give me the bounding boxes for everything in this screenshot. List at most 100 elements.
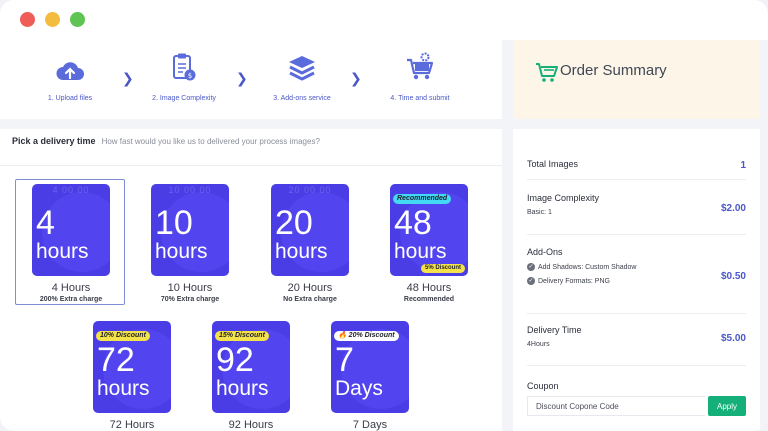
tile-unit: hours bbox=[36, 240, 89, 263]
delivery-question: How fast would you like us to delivered … bbox=[101, 137, 320, 146]
step-label: 3. Add-ons service bbox=[273, 95, 331, 102]
discount-badge: 🔥 20% Discount bbox=[334, 331, 399, 341]
discount-badge: 5% Discount bbox=[420, 264, 465, 273]
delivery-tile: 10 00 00 10 hours bbox=[151, 184, 229, 276]
option-title: 20 Hours bbox=[287, 282, 333, 294]
option-subtitle: 70% Extra charge bbox=[160, 296, 220, 303]
order-summary-panel: Total Images 1 Image Complexity Basic: 1… bbox=[513, 129, 760, 431]
option-subtitle: No Extra charge bbox=[283, 296, 337, 303]
option-subtitle: 200% Extra charge bbox=[39, 296, 103, 303]
tile-number: 72 bbox=[97, 341, 135, 379]
cart-gear-icon bbox=[407, 52, 434, 80]
ghost-text: 4 00 00 bbox=[52, 185, 90, 195]
delivery-option-72-hours[interactable]: 10% Discount 72 hours 72 Hours bbox=[76, 316, 186, 431]
delivery-time-value: $5.00 bbox=[720, 333, 746, 344]
total-images-label: Total Images bbox=[527, 159, 579, 169]
image-complexity-value: $2.00 bbox=[720, 203, 746, 214]
discount-badge: 10% Discount bbox=[96, 331, 150, 341]
svg-text:$: $ bbox=[188, 72, 192, 80]
check-circle-icon: ✓ bbox=[527, 277, 535, 285]
progress-steps: 1. Upload files ❯ $ 2. Image Complexity … bbox=[0, 40, 502, 119]
addon-delivery-formats: ✓ Delivery Formats: PNG bbox=[527, 277, 746, 285]
tile-number: 48 bbox=[394, 204, 432, 242]
order-summary-title: Order Summary bbox=[560, 62, 667, 79]
delivery-time-row: Delivery Time 4Hours $5.00 bbox=[527, 325, 746, 348]
option-title: 48 Hours bbox=[406, 282, 452, 294]
minimize-window-button[interactable] bbox=[45, 12, 60, 27]
addon-shadows: ✓ Add Shadows: Custom Shadow bbox=[527, 263, 746, 271]
option-subtitle: Recommended bbox=[403, 296, 455, 303]
delivery-option-48-hours[interactable]: Recommended 48 hours 5% Discount 48 Hour… bbox=[373, 179, 483, 305]
delivery-option-7-days[interactable]: 🔥 20% Discount 7 Days 7 Days bbox=[314, 316, 424, 431]
delivery-time-detail: 4Hours bbox=[527, 341, 550, 348]
step-label: 4. Time and submit bbox=[390, 95, 450, 102]
close-window-button[interactable] bbox=[20, 12, 35, 27]
tile-number: 92 bbox=[216, 341, 254, 379]
delivery-time-label: Delivery Time bbox=[527, 325, 582, 335]
total-images-value: 1 bbox=[740, 160, 746, 171]
option-title: 72 Hours bbox=[109, 419, 155, 431]
step-image-complexity[interactable]: $ 2. Image Complexity bbox=[124, 50, 244, 102]
tile-unit: hours bbox=[97, 377, 150, 400]
delivery-title: Pick a delivery time bbox=[12, 136, 96, 146]
total-images-row: Total Images 1 bbox=[527, 159, 746, 171]
option-title: 4 Hours bbox=[51, 282, 91, 294]
image-complexity-row: Image Complexity Basic: 1 $2.00 bbox=[527, 193, 746, 216]
step-label: 1. Upload files bbox=[47, 95, 93, 102]
discount-badge: 15% Discount bbox=[215, 331, 269, 341]
delivery-tile: 4 00 00 4 hours bbox=[32, 184, 110, 276]
delivery-option-4-hours[interactable]: 4 00 00 4 hours 4 Hours 200% Extra charg… bbox=[15, 179, 125, 305]
divider bbox=[527, 313, 746, 314]
delivery-tile: 🔥 20% Discount 7 Days bbox=[331, 321, 409, 413]
add-ons-label: Add-Ons bbox=[527, 247, 563, 257]
ghost-text: 10 00 00 bbox=[168, 185, 212, 195]
addon-shadows-text: Add Shadows: Custom Shadow bbox=[538, 263, 637, 271]
tile-number: 7 bbox=[335, 341, 354, 379]
delivery-tile: 10% Discount 72 hours bbox=[93, 321, 171, 413]
add-ons-value: $0.50 bbox=[720, 271, 746, 282]
ghost-text: 20 00 00 bbox=[288, 185, 332, 195]
coupon-label: Coupon bbox=[527, 381, 559, 391]
divider bbox=[0, 165, 502, 166]
delivery-option-10-hours[interactable]: 10 00 00 10 hours 10 Hours 70% Extra cha… bbox=[134, 179, 244, 305]
shopping-cart-icon bbox=[536, 63, 558, 82]
divider bbox=[527, 234, 746, 235]
divider bbox=[527, 365, 746, 366]
delivery-time-panel: Pick a delivery time How fast would you l… bbox=[0, 129, 502, 431]
step-label: 2. Image Complexity bbox=[152, 95, 216, 102]
step-time-and-submit[interactable]: 4. Time and submit bbox=[360, 50, 480, 102]
maximize-window-button[interactable] bbox=[70, 12, 85, 27]
delivery-option-20-hours[interactable]: 20 00 00 20 hours 20 Hours No Extra char… bbox=[254, 179, 364, 305]
app-window: 1. Upload files ❯ $ 2. Image Complexity … bbox=[0, 0, 768, 431]
cloud-upload-icon bbox=[56, 62, 84, 80]
discount-badge-text: 20% Discount bbox=[348, 332, 395, 339]
title-bar bbox=[0, 0, 768, 40]
check-circle-icon: ✓ bbox=[527, 263, 535, 271]
image-complexity-detail: Basic: 1 bbox=[527, 209, 552, 216]
add-ons-row: Add-Ons ✓ Add Shadows: Custom Shadow ✓ Del… bbox=[527, 247, 746, 285]
layers-icon bbox=[289, 56, 315, 81]
delivery-tile: 20 00 00 20 hours bbox=[271, 184, 349, 276]
step-add-ons-service[interactable]: 3. Add-ons service bbox=[242, 50, 362, 102]
order-summary-header: Order Summary bbox=[513, 40, 760, 119]
apply-coupon-button[interactable]: Apply bbox=[708, 396, 746, 416]
option-title: 92 Hours bbox=[228, 419, 274, 431]
fire-icon: 🔥 bbox=[338, 332, 347, 339]
coupon-row: Coupon bbox=[527, 381, 746, 391]
tile-number: 4 bbox=[36, 204, 55, 242]
tile-number: 10 bbox=[155, 204, 193, 242]
tile-number: 20 bbox=[275, 204, 313, 242]
delivery-tile: 15% Discount 92 hours bbox=[212, 321, 290, 413]
tile-unit: hours bbox=[216, 377, 269, 400]
tile-unit: hours bbox=[394, 240, 447, 263]
tile-unit: hours bbox=[275, 240, 328, 263]
image-complexity-label: Image Complexity bbox=[527, 193, 600, 203]
coupon-code-input[interactable] bbox=[527, 396, 705, 416]
tile-unit: hours bbox=[155, 240, 208, 263]
option-title: 7 Days bbox=[352, 419, 388, 431]
delivery-heading: Pick a delivery time How fast would you l… bbox=[12, 136, 320, 146]
step-upload-files[interactable]: 1. Upload files bbox=[10, 50, 130, 102]
clipboard-dollar-icon: $ bbox=[173, 53, 196, 81]
delivery-option-92-hours[interactable]: 15% Discount 92 hours 92 Hours bbox=[195, 316, 305, 431]
addon-formats-text: Delivery Formats: PNG bbox=[538, 277, 610, 285]
